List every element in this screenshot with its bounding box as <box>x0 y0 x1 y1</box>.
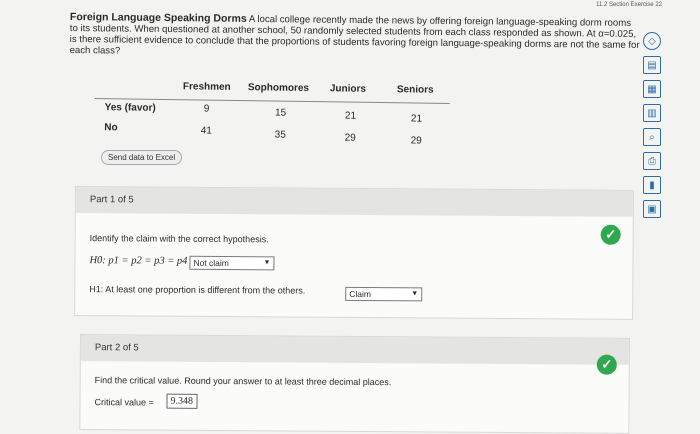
h1-claim-select[interactable]: Claim ▼ <box>345 286 423 302</box>
h0-selected-value: Not claim <box>193 257 229 269</box>
part1-panel: Part 1 of 5 ✓ Identify the claim with th… <box>74 186 634 320</box>
checkmark-icon: ✓ <box>600 224 621 245</box>
chevron-down-icon: ▼ <box>263 259 271 267</box>
table-cell: 41 <box>200 125 212 137</box>
table-cell: 35 <box>274 129 286 141</box>
column-header-sophomores: Sophomores <box>247 82 310 94</box>
part2-instruction: Find the critical value. Round your answ… <box>94 375 392 388</box>
send-to-excel-button[interactable]: Send data to Excel <box>101 150 183 165</box>
column-header-seniors: Seniors <box>396 84 434 96</box>
h1-hypothesis: H1: At least one proportion is different… <box>89 284 306 296</box>
h0-hypothesis: H0: p1 = p2 = p3 = p4 <box>89 255 188 267</box>
column-header-freshmen: Freshmen <box>182 81 231 93</box>
table-cell: 21 <box>410 113 423 125</box>
table-icon[interactable]: ▥ <box>643 104 661 122</box>
data-table: Freshmen Sophomores Juniors Seniors Yes … <box>94 80 450 155</box>
print-icon[interactable]: ⎙ <box>643 152 661 170</box>
column-header-juniors: Juniors <box>329 83 367 95</box>
checkmark-icon: ✓ <box>596 354 617 375</box>
section-label: 11.2 Section Exercise 22 <box>596 2 662 8</box>
h0-claim-select[interactable]: Not claim ▼ <box>189 255 275 271</box>
problem-statement: Foreign Language Speaking Dorms A local … <box>70 11 640 62</box>
table-cell: 21 <box>344 110 357 122</box>
h1-selected-value: Claim <box>349 288 372 300</box>
critical-value-input[interactable]: 9.348 <box>166 393 198 409</box>
search-icon[interactable]: ⌕ <box>643 128 661 146</box>
part2-header: Part 2 of 5 <box>80 335 629 365</box>
table-cell: 9 <box>203 103 210 115</box>
critical-value-label: Critical value = <box>94 397 154 408</box>
table-cell: 29 <box>410 135 422 147</box>
diamond-icon[interactable]: ◇ <box>643 32 661 50</box>
row-label-no: No <box>104 122 118 134</box>
part1-instruction: Identify the claim with the correct hypo… <box>89 233 269 245</box>
grid-icon[interactable]: ▦ <box>643 80 661 98</box>
part2-panel: Part 2 of 5 ✓ Find the critical value. R… <box>79 334 630 434</box>
chart-icon[interactable]: ▮ <box>643 176 661 194</box>
calculator-icon[interactable]: ▤ <box>643 56 661 74</box>
row-label-yes: Yes (favor) <box>104 102 156 114</box>
side-toolbar: ◇ ▤ ▦ ▥ ⌕ ⎙ ▮ ▣ <box>640 32 664 224</box>
table-cell: 29 <box>344 132 356 144</box>
part1-header: Part 1 of 5 <box>75 187 633 217</box>
table-cell: 15 <box>274 107 287 119</box>
chevron-down-icon: ▼ <box>411 290 419 298</box>
tools-icon[interactable]: ▣ <box>643 200 661 218</box>
